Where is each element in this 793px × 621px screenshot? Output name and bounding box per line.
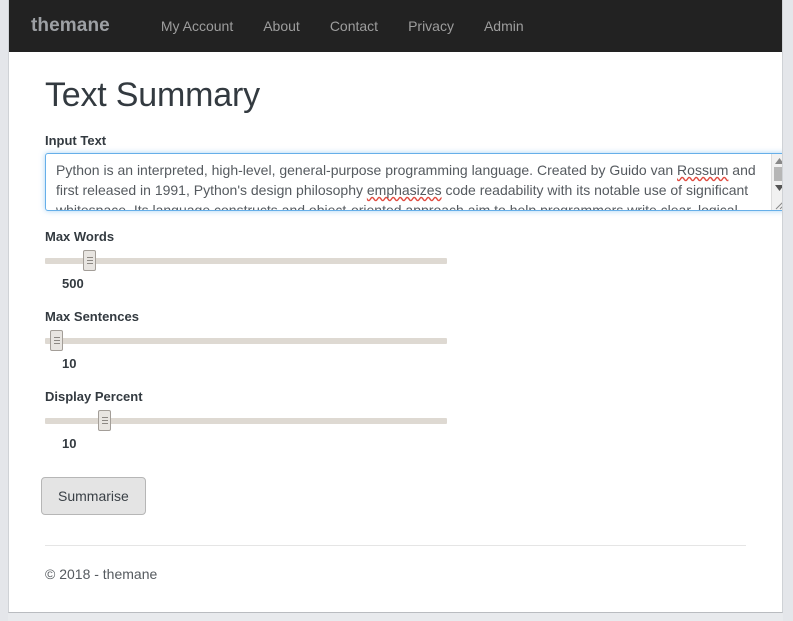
slider-thumb-max-sentences[interactable] — [50, 330, 63, 351]
grip-line — [86, 260, 93, 261]
grip-line — [101, 417, 108, 418]
textarea-line-2-a: first released in 1991, Python's design … — [56, 182, 367, 198]
slider-track-max-words[interactable] — [45, 258, 447, 264]
slider-thumb-display-percent[interactable] — [98, 410, 111, 431]
slider-label-display-percent: Display Percent — [45, 389, 143, 404]
grip-line — [86, 263, 93, 264]
grip-line — [86, 257, 93, 258]
slider-value-display-percent: 10 — [62, 436, 77, 451]
slider-label-max-sentences: Max Sentences — [45, 309, 139, 324]
resize-grip-icon[interactable] — [772, 196, 782, 210]
footer-copyright: © 2018 - themane — [45, 566, 158, 582]
textarea-line-3: whitespace. Its language constructs and … — [56, 202, 738, 211]
nav-link-my-account[interactable]: My Account — [146, 18, 248, 34]
navbar-brand[interactable]: themane — [31, 15, 110, 37]
slider-value-max-words: 500 — [62, 276, 84, 291]
slider-track-max-sentences[interactable] — [45, 338, 447, 344]
spellcheck-word-rossum: Rossum — [677, 162, 729, 178]
input-text-label: Input Text — [45, 133, 107, 148]
nav-link-about[interactable]: About — [248, 18, 315, 34]
grip-line — [53, 343, 60, 344]
grip-line — [101, 420, 108, 421]
textarea-line-2: first released in 1991, Python's design … — [56, 180, 764, 200]
slider-thumb-max-words[interactable] — [83, 250, 96, 271]
input-text-textarea[interactable]: Python is an interpreted, high-level, ge… — [45, 153, 782, 211]
input-text-wrapper: Python is an interpreted, high-level, ge… — [45, 153, 782, 211]
slider-group-display-percent: Display Percent 10 — [45, 389, 752, 451]
textarea-line-1-a: Python is an interpreted, high-level, ge… — [56, 162, 678, 178]
browser-scrollbar-gutter[interactable] — [783, 0, 793, 621]
page-left-gutter — [0, 0, 8, 621]
caret-down-icon[interactable] — [772, 181, 782, 194]
slider-display-percent[interactable] — [45, 410, 447, 431]
slider-max-sentences[interactable] — [45, 330, 447, 351]
input-text-field-group: Input Text Python is an interpreted, hig… — [45, 133, 782, 211]
textarea-line-2-b: code readability with its notable use of… — [441, 182, 749, 198]
nav-link-contact[interactable]: Contact — [315, 18, 393, 34]
slider-max-words[interactable] — [45, 250, 447, 271]
main-container: Text Summary Input Text Python is an int… — [9, 76, 782, 582]
navbar-links: My Account About Contact Privacy Admin — [146, 18, 539, 34]
slider-label-max-words: Max Words — [45, 229, 115, 244]
textarea-line-1: Python is an interpreted, high-level, ge… — [56, 160, 764, 180]
slider-value-max-sentences: 10 — [62, 356, 77, 371]
navbar: themane My Account About Contact Privacy… — [9, 0, 782, 52]
grip-line — [53, 340, 60, 341]
caret-up-icon[interactable] — [772, 154, 782, 167]
grip-line — [101, 423, 108, 424]
footer-divider — [45, 545, 746, 546]
textarea-line-1-b: and — [728, 162, 756, 178]
textarea-scrollbar-thumb[interactable] — [773, 167, 782, 181]
grip-line — [53, 337, 60, 338]
page-canvas: themane My Account About Contact Privacy… — [8, 0, 783, 613]
nav-link-privacy[interactable]: Privacy — [393, 18, 469, 34]
spellcheck-word-emphasizes: emphasizes — [366, 182, 442, 198]
nav-link-admin[interactable]: Admin — [469, 18, 539, 34]
page-title: Text Summary — [45, 76, 260, 114]
slider-group-max-sentences: Max Sentences 10 — [45, 309, 752, 371]
slider-group-max-words: Max Words 500 — [45, 229, 752, 291]
summarise-button[interactable]: Summarise — [41, 477, 146, 515]
